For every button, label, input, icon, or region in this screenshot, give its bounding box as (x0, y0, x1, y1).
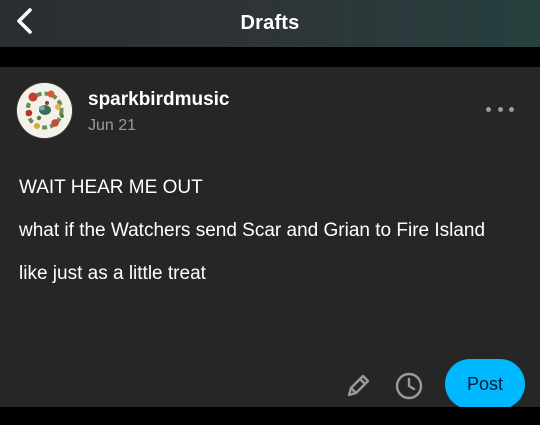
blog-name[interactable]: sparkbirdmusic (88, 89, 230, 111)
more-options-button[interactable] (486, 104, 514, 114)
clock-icon (395, 372, 423, 400)
more-horizontal-icon (497, 106, 503, 112)
more-horizontal-icon (509, 106, 514, 112)
more-horizontal-icon (486, 106, 491, 112)
post-body: WAIT HEAR ME OUT what if the Watchers se… (19, 173, 499, 302)
post-paragraph: what if the Watchers send Scar and Grian… (19, 220, 486, 241)
chevron-left-icon (17, 8, 32, 34)
edit-button[interactable] (342, 370, 374, 402)
drafts-screen: Drafts sparkbirdmusic Jun 21 WAIT HEAR M… (0, 0, 540, 425)
avatar-image (17, 83, 72, 138)
avatar[interactable] (17, 83, 72, 138)
page-title: Drafts (240, 12, 300, 34)
top-bar: Drafts (0, 0, 540, 47)
post-paragraph: WAIT HEAR ME OUT (19, 177, 203, 198)
schedule-button[interactable] (393, 370, 425, 402)
post-paragraph: like just as a little treat (19, 263, 206, 284)
post-date: Jun 21 (88, 117, 137, 134)
bottom-bar (0, 407, 540, 425)
post-actions-bar: Post (0, 359, 540, 409)
post-button[interactable]: Post (445, 359, 525, 409)
back-button[interactable] (8, 4, 42, 38)
draft-post-card: sparkbirdmusic Jun 21 WAIT HEAR ME OUT w… (0, 67, 540, 409)
pencil-icon (347, 374, 370, 397)
